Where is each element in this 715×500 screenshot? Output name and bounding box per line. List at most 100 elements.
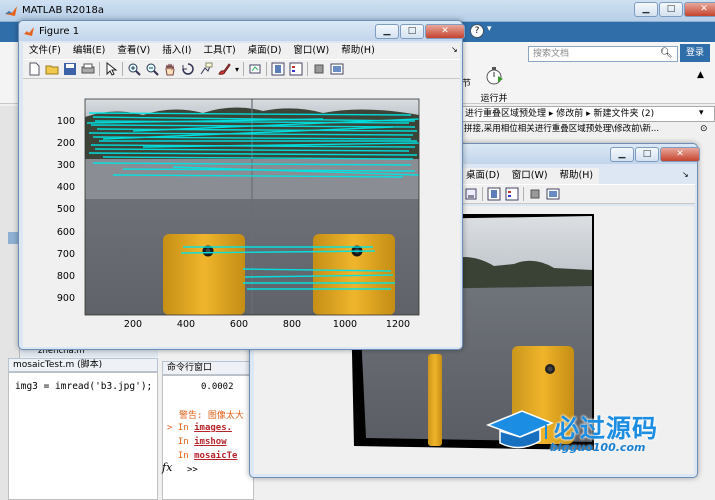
quick-dropdown-icon[interactable]: ▾ <box>487 24 492 38</box>
cmd-link-images[interactable]: images. <box>194 423 232 433</box>
fig2-menu-help[interactable]: 帮助(H) <box>554 168 600 184</box>
fig2-legend-icon[interactable] <box>505 187 519 201</box>
figure-2-toolbar <box>460 184 695 204</box>
y-tick-800: 800 <box>56 271 75 282</box>
save-icon[interactable] <box>63 62 77 76</box>
data-cursor-icon[interactable] <box>199 62 213 76</box>
search-icon[interactable]: 🔍︎ <box>660 48 673 59</box>
figure-2-window-buttons: ▁ □ ✕ <box>610 147 700 162</box>
editor-code-line: img3 = imread('b3.jpg'); <box>15 381 153 392</box>
show-plot-tools-icon[interactable] <box>330 62 344 76</box>
matched-features-image <box>84 98 420 316</box>
command-window[interactable]: 0.0002 警告: 图像太大 > In images. In imshow I… <box>162 375 254 500</box>
menu-desktop[interactable]: 桌面(D) <box>242 43 288 59</box>
login-button[interactable]: 登录 <box>680 44 710 62</box>
fig2-close-button[interactable]: ✕ <box>660 147 700 162</box>
menu-view[interactable]: 查看(V) <box>111 43 156 59</box>
editor-pane[interactable]: img3 = imread('b3.jpg'); <box>8 372 158 500</box>
menu-edit[interactable]: 编辑(E) <box>67 43 111 59</box>
x-tick-400: 400 <box>176 319 196 330</box>
help-icon[interactable]: ? <box>470 24 484 38</box>
figure-1-title-bar: Figure 1 ▁ □ ✕ <box>19 21 465 41</box>
y-tick-400: 400 <box>56 182 75 193</box>
fig1-maximize-button[interactable]: □ <box>400 24 424 39</box>
print-icon[interactable] <box>81 62 95 76</box>
graduation-cap-icon <box>485 410 554 449</box>
quick-access-toolbar: ? ▾ <box>470 24 492 38</box>
run-label-line1: 运行并 <box>480 94 508 104</box>
menu-help[interactable]: 帮助(H) <box>335 43 381 59</box>
new-figure-icon[interactable] <box>27 62 41 76</box>
watermark-url: bigguo100.com <box>550 441 646 454</box>
fig2-maximize-button[interactable]: □ <box>635 147 659 162</box>
maximize-button[interactable]: □ <box>659 2 683 17</box>
fig1-minimize-button[interactable]: ▁ <box>375 24 399 39</box>
menu-window[interactable]: 窗口(W) <box>287 43 335 59</box>
colorbar-icon[interactable] <box>271 62 285 76</box>
zoom-in-icon[interactable] <box>127 62 141 76</box>
x-tick-600: 600 <box>229 319 249 330</box>
x-tick-200: 200 <box>123 319 143 330</box>
rotate-3d-icon[interactable] <box>181 62 195 76</box>
cmd-warning: 警告: 图像太大 <box>179 411 244 421</box>
matlab-title: MATLAB R2018a <box>22 5 105 16</box>
menu-file[interactable]: 文件(F) <box>23 43 67 59</box>
y-tick-600: 600 <box>56 227 75 238</box>
fig2-print-preview-icon[interactable] <box>464 187 478 201</box>
cmd-output-value: 0.0002 <box>201 382 234 392</box>
fig2-minimize-button[interactable]: ▁ <box>610 147 634 162</box>
menu-tools[interactable]: 工具(T) <box>197 43 241 59</box>
hide-plot-tools-icon[interactable] <box>312 62 326 76</box>
x-tick-800: 800 <box>282 319 302 330</box>
ribbon-collapse-icon[interactable]: ▲ <box>697 70 704 80</box>
cmd-stack-line-1: > In images. <box>167 423 233 433</box>
editor-tab[interactable]: mosaicTest.m (脚本) <box>8 358 158 372</box>
y-tick-900: 900 <box>56 293 75 304</box>
matlab-title-bar: MATLAB R2018a ▁ □ ✕ <box>0 0 715 22</box>
stopwatch-icon <box>486 67 503 85</box>
fig2-hide-plot-tools-icon[interactable] <box>528 187 542 201</box>
address-dropdown-icon[interactable]: ▾ <box>699 108 704 118</box>
watermark: 必过源码 bigguo100.com <box>484 407 684 457</box>
fig2-dock-icon[interactable]: ↘ <box>682 170 689 179</box>
fig1-close-button[interactable]: ✕ <box>425 24 465 39</box>
brush-icon[interactable] <box>217 62 231 76</box>
link-plot-icon[interactable] <box>248 62 262 76</box>
address-bar[interactable]: 进行重叠区域预处理 ▸ 修改前 ▸ 新建文件夹 (2) <box>460 106 715 122</box>
pointer-icon[interactable] <box>104 62 118 76</box>
path-menu-icon[interactable]: ⊙ <box>700 124 708 134</box>
search-input[interactable]: 搜索文档 <box>528 46 678 62</box>
figure-icon <box>24 27 34 36</box>
y-tick-300: 300 <box>56 160 75 171</box>
fig2-colorbar-icon[interactable] <box>487 187 501 201</box>
close-button[interactable]: ✕ <box>684 2 715 17</box>
fig2-menu-window[interactable]: 窗口(W) <box>506 168 554 184</box>
legend-icon[interactable] <box>289 62 303 76</box>
fx-icon: fx <box>162 461 173 474</box>
minimize-button[interactable]: ▁ <box>634 2 658 17</box>
matlab-window-buttons: ▁ □ ✕ <box>634 2 715 17</box>
y-tick-200: 200 <box>56 138 75 149</box>
zoom-out-icon[interactable] <box>145 62 159 76</box>
sidebar-marker <box>8 232 18 244</box>
cmd-link-mosaictest[interactable]: mosaicTe <box>194 451 237 461</box>
fig1-dock-icon[interactable]: ↘ <box>451 45 458 54</box>
path-text: 拼接,采用相位相关进行重叠区域预处理\修改前\新... <box>464 124 660 134</box>
fig2-show-plot-tools-icon[interactable] <box>546 187 560 201</box>
x-tick-1000: 1000 <box>332 319 358 330</box>
brush-dropdown-icon[interactable]: ▾ <box>235 65 239 74</box>
matlab-logo-icon <box>5 6 17 16</box>
y-tick-100: 100 <box>56 116 75 127</box>
menu-insert[interactable]: 插入(I) <box>156 43 197 59</box>
pan-hand-icon[interactable] <box>163 62 177 76</box>
watermark-brand: 必过源码 <box>554 414 659 443</box>
y-tick-500: 500 <box>56 204 75 215</box>
figure-1-window: Figure 1 ▁ □ ✕ 文件(F) 编辑(E) 查看(V) 插入(I) 工… <box>18 20 465 350</box>
open-file-icon[interactable] <box>45 62 59 76</box>
fig2-menu-desktop[interactable]: 桌面(D) <box>460 168 506 184</box>
y-tick-700: 700 <box>56 249 75 260</box>
figure-1-canvas: 100 200 300 400 500 600 700 800 900 200 … <box>23 79 460 347</box>
cmd-prompt[interactable]: >> <box>187 465 198 475</box>
figure-2-menu-bar: 桌面(D) 窗口(W) 帮助(H) <box>460 168 600 184</box>
cmd-link-imshow[interactable]: imshow <box>194 437 227 447</box>
